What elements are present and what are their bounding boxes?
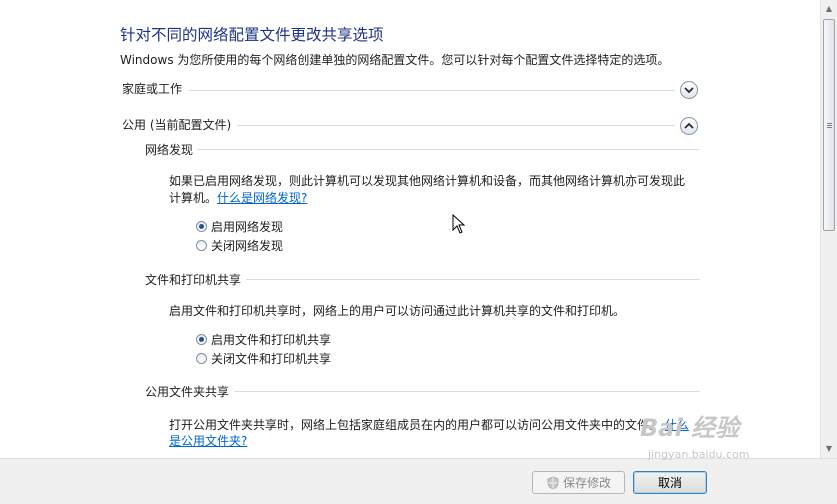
network-discovery-text-2: 计算机。什么是网络发现? <box>169 189 307 207</box>
save-changes-label: 保存修改 <box>562 476 611 490</box>
radio-label: 关闭网络发现 <box>211 239 284 253</box>
public-folder-sharing-heading: 公用文件夹共享 <box>145 385 230 399</box>
public-folder-sharing-divider <box>234 391 700 392</box>
radio-button[interactable] <box>196 221 207 232</box>
public-folder-sharing-body: 打开公用文件夹共享时，网络上包括家庭组成员在内的用户都可以访问公用文件夹中的文件… <box>169 418 662 432</box>
radio-label: 关闭文件和打印机共享 <box>211 352 332 366</box>
page-title: 针对不同的网络配置文件更改共享选项 <box>120 26 384 44</box>
chevron-up-icon <box>684 122 694 129</box>
content-pane: 针对不同的网络配置文件更改共享选项 Windows 为您所使用的每个网络创建单独… <box>0 0 820 458</box>
radio-disable-network-discovery[interactable]: 关闭网络发现 <box>196 237 283 254</box>
file-printer-sharing-text: 启用文件和打印机共享时，网络上的用户可以访问通过此计算机共享的文件和打印机。 <box>169 304 626 318</box>
file-printer-sharing-divider <box>246 279 700 280</box>
network-discovery-heading: 网络发现 <box>145 143 194 157</box>
uac-shield-icon <box>547 476 559 489</box>
cancel-label: 取消 <box>657 476 682 490</box>
radio-disable-file-printer-sharing[interactable]: 关闭文件和打印机共享 <box>196 350 331 367</box>
radio-enable-file-printer-sharing[interactable]: 启用文件和打印机共享 <box>196 331 331 348</box>
profile-public-divider <box>237 125 675 126</box>
dialog-footer: 保存修改 取消 <box>0 458 837 504</box>
file-printer-sharing-heading: 文件和打印机共享 <box>145 273 242 287</box>
scrollbar-thumb[interactable] <box>823 19 835 231</box>
grip-line <box>827 127 832 128</box>
cancel-button[interactable]: 取消 <box>633 471 707 494</box>
grip-line <box>827 123 832 124</box>
vertical-scrollbar[interactable]: ▲ ▼ <box>820 0 837 458</box>
grip-line <box>827 125 832 126</box>
profile-public-collapse-button[interactable] <box>680 117 698 135</box>
chevron-down-icon <box>684 87 694 94</box>
radio-label: 启用网络发现 <box>211 220 284 234</box>
scroll-up-arrow-icon[interactable]: ▲ <box>821 0 837 17</box>
network-discovery-text: 如果已启用网络发现，则此计算机可以发现其他网络计算机和设备，而其他网络计算机亦可… <box>169 174 686 188</box>
profile-public-label[interactable]: 公用 (当前配置文件) <box>122 116 231 133</box>
mouse-cursor-icon <box>452 214 466 234</box>
public-folder-sharing-text-2: 是公用文件夹? <box>169 432 247 450</box>
save-changes-button[interactable]: 保存修改 <box>532 471 625 494</box>
profile-home-expand-button[interactable] <box>680 81 698 99</box>
network-discovery-text-tail: 计算机。 <box>169 191 218 205</box>
radio-button[interactable] <box>196 353 207 364</box>
watermark-brand: Bai 经验 <box>640 414 740 442</box>
radio-enable-network-discovery[interactable]: 启用网络发现 <box>196 218 283 235</box>
what-is-public-folder-link-2[interactable]: 是公用文件夹? <box>169 434 247 448</box>
scroll-down-arrow-icon[interactable]: ▼ <box>821 440 837 457</box>
network-discovery-divider <box>197 149 700 150</box>
radio-button[interactable] <box>196 240 207 251</box>
radio-label: 启用文件和打印机共享 <box>211 333 332 347</box>
profile-home-divider <box>188 90 675 91</box>
page-description: Windows 为您所使用的每个网络创建单独的网络配置文件。您可以针对每个配置文… <box>120 53 670 67</box>
profile-home-label[interactable]: 家庭或工作 <box>122 80 182 97</box>
radio-button[interactable] <box>196 334 207 345</box>
watermark-url: jingyan.baidu.com <box>648 448 750 461</box>
what-is-network-discovery-link[interactable]: 什么是网络发现? <box>217 191 307 205</box>
baidu-watermark: Bai 经验 jingyan.baidu.com <box>640 408 750 461</box>
